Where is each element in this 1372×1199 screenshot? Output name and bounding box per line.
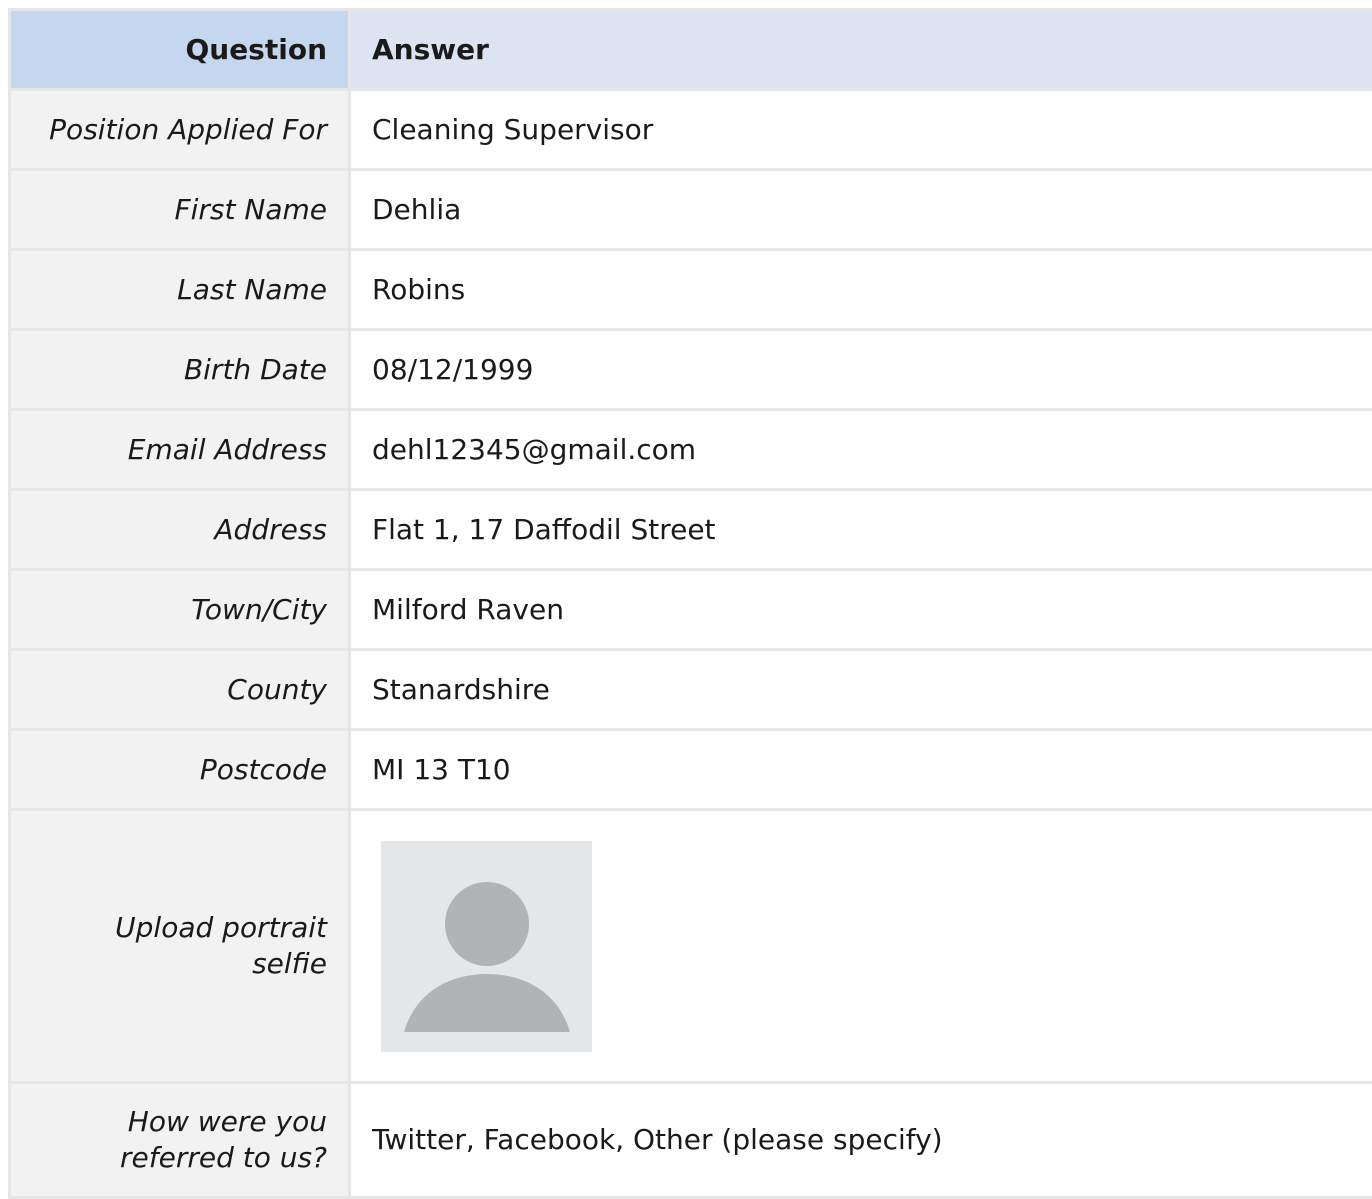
table-row-last-name: Last Name Robins [10,250,1372,330]
answer-cell: MI 13 T10 [350,730,1372,810]
portrait-image[interactable] [381,841,592,1052]
answer-cell: Milford Raven [350,570,1372,650]
answer-cell [350,810,1372,1083]
answer-cell: Twitter, Facebook, Other (please specify… [350,1083,1372,1198]
table-row-county: County Stanardshire [10,650,1372,730]
table-row-birth-date: Birth Date 08/12/1999 [10,330,1372,410]
table-row-email: Email Address dehl12345@gmail.com [10,410,1372,490]
application-answers-sheet: Question Answer Position Applied For Cle… [8,8,1372,1199]
question-cell: Email Address [10,410,350,490]
answer-cell: Cleaning Supervisor [350,90,1372,170]
table-row-first-name: First Name Dehlia [10,170,1372,250]
question-column-header: Question [10,10,350,90]
table-row-position: Position Applied For Cleaning Supervisor [10,90,1372,170]
question-cell: Last Name [10,250,350,330]
question-cell: Postcode [10,730,350,810]
question-cell: How were you referred to us? [10,1083,350,1198]
answer-cell: 08/12/1999 [350,330,1372,410]
table-row-postcode: Postcode MI 13 T10 [10,730,1372,810]
question-cell: County [10,650,350,730]
avatar-placeholder-icon [381,841,592,1052]
answer-cell: Robins [350,250,1372,330]
table-row-portrait: Upload portrait selfie [10,810,1372,1083]
question-cell: Position Applied For [10,90,350,170]
question-cell: Birth Date [10,330,350,410]
question-cell: Upload portrait selfie [10,810,350,1083]
table-row-town-city: Town/City Milford Raven [10,570,1372,650]
table-row-address: Address Flat 1, 17 Daffodil Street [10,490,1372,570]
answers-table: Question Answer Position Applied For Cle… [8,8,1372,1199]
table-row-referral: How were you referred to us? Twitter, Fa… [10,1083,1372,1198]
answer-cell: Flat 1, 17 Daffodil Street [350,490,1372,570]
answer-column-header: Answer [350,10,1372,90]
answer-cell: dehl12345@gmail.com [350,410,1372,490]
question-cell: First Name [10,170,350,250]
question-cell: Town/City [10,570,350,650]
answer-cell: Stanardshire [350,650,1372,730]
question-cell: Address [10,490,350,570]
table-header-row: Question Answer [10,10,1372,90]
answer-cell: Dehlia [350,170,1372,250]
